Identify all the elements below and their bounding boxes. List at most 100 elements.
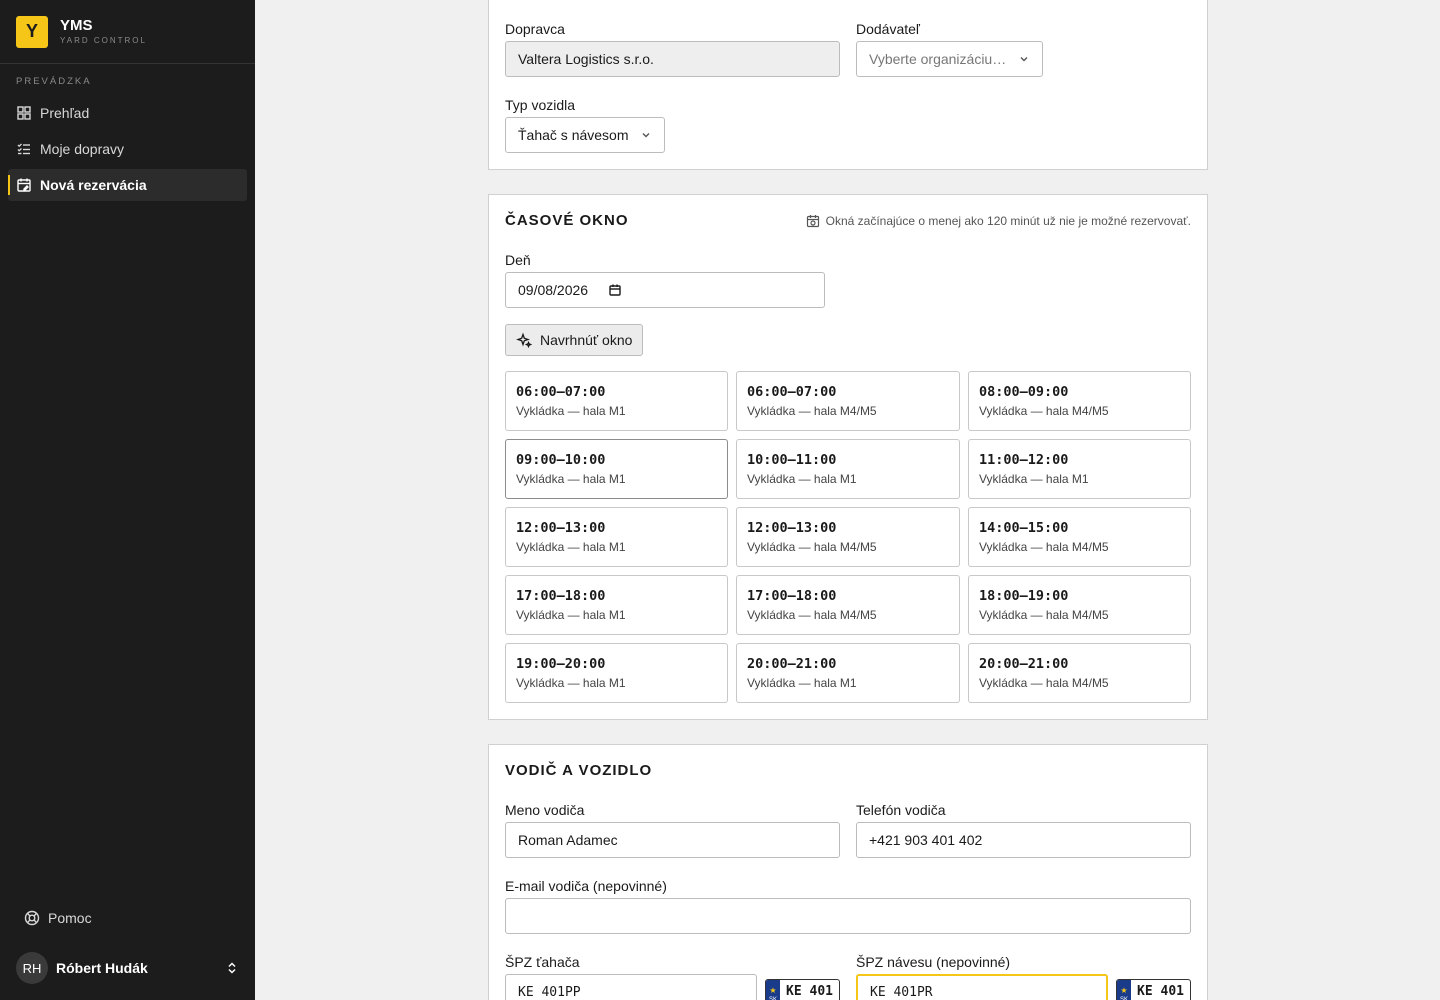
brand-subtitle: YARD CONTROL [60,36,147,45]
help-link[interactable]: Pomoc [24,910,92,926]
help-label: Pomoc [48,910,92,926]
slot-description: Vykládka — hala M4/M5 [979,676,1109,690]
sidebar: Y YMS YARD CONTROL PREVÁDZKA Prehľad Moj… [0,0,255,1000]
avatar: RH [16,952,48,984]
slot-description: Vykládka — hala M4/M5 [747,404,877,418]
sidebar-item-my-transports[interactable]: Moje dopravy [8,133,247,165]
time-slot[interactable]: 08:00–09:00 Vykládka — hala M4/M5 [968,371,1191,431]
eu-flag-icon: ★ SK [766,980,781,1000]
driver-name-input[interactable]: Roman Adamec [505,822,840,858]
time-window-card: Časové okno Okná začínajúce o menej ako … [488,194,1208,720]
slot-time: 06:00–07:00 [516,384,606,400]
supplier-select[interactable]: Vyberte organizáciu… [856,41,1043,77]
day-value: 09/08/2026 [518,282,589,298]
time-slot[interactable]: 12:00–13:00 Vykládka — hala M1 [505,507,728,567]
time-slot[interactable]: 06:00–07:00 Vykládka — hala M4/M5 [736,371,960,431]
brand[interactable]: Y YMS YARD CONTROL [0,0,255,64]
suggest-window-button[interactable]: Navrhnúť okno [505,324,644,356]
time-slot[interactable]: 11:00–12:00 Vykládka — hala M1 [968,439,1191,499]
tractor-plate-label: ŠPZ ťahača [505,954,580,970]
driver-email-label: E-mail vodiča (nepovinné) [505,878,667,894]
vehicle-type-label: Typ vozidla [505,97,576,113]
slot-description: Vykládka — hala M1 [747,676,857,690]
sidebar-item-overview[interactable]: Prehľad [8,97,247,129]
slot-description: Vykládka — hala M4/M5 [979,404,1109,418]
chevron-down-icon [1020,57,1028,62]
slot-description: Vykládka — hala M4/M5 [747,608,877,622]
driver-phone-label: Telefón vodiča [856,802,946,818]
vehicle-type-select[interactable]: Ťahač s návesom [505,117,665,153]
sidebar-item-label: Prehľad [40,105,90,121]
slot-time: 20:00–21:00 [979,656,1069,672]
brand-logo: Y [16,15,48,48]
user-menu[interactable]: RH Róbert Hudák [16,952,239,984]
slot-description: Vykládka — hala M1 [516,676,626,690]
day-input[interactable]: 09/08/2026 [505,272,825,308]
carrier-card: Dopravca Valtera Logistics s.r.o. Dodáva… [488,0,1208,170]
time-slot[interactable]: 20:00–21:00 Vykládka — hala M4/M5 [968,643,1191,703]
slot-time: 10:00–11:00 [747,452,837,468]
list-check-icon [17,143,30,155]
driver-vehicle-title: Vodič a vozidlo [505,762,653,779]
grid-icon [17,106,31,120]
driver-phone-input[interactable]: +421 903 401 402 [856,822,1191,858]
carrier-label: Dopravca [505,21,565,37]
slot-description: Vykládka — hala M4/M5 [747,540,877,554]
day-label: Deň [505,252,531,268]
user-name: Róbert Hudák [56,960,148,976]
driver-email-input[interactable] [505,898,1191,934]
slot-description: Vykládka — hala M4/M5 [979,540,1109,554]
sidebar-item-new-reservation[interactable]: Nová rezervácia [8,169,247,201]
trailer-plate-preview: ★ SK KE 401 [1116,979,1191,1000]
slot-time: 11:00–12:00 [979,452,1069,468]
slot-time: 19:00–20:00 [516,656,606,672]
time-window-title: Časové okno [505,212,629,229]
brand-name: YMS [60,17,93,34]
calendar-clock-icon [806,215,819,228]
lifebuoy-icon [24,910,40,926]
time-slot[interactable]: 17:00–18:00 Vykládka — hala M1 [505,575,728,635]
driver-name-label: Meno vodiča [505,802,585,818]
eu-flag-icon: ★ SK [1117,980,1132,1000]
slot-time: 12:00–13:00 [516,520,606,536]
time-slot[interactable]: 19:00–20:00 Vykládka — hala M1 [505,643,728,703]
trailer-plate-input[interactable]: KE 401PR [856,974,1108,1000]
time-slot[interactable]: 09:00–10:00 Vykládka — hala M1 [505,439,728,499]
calendar-icon[interactable] [608,283,622,297]
slot-time: 14:00–15:00 [979,520,1069,536]
slot-time: 17:00–18:00 [516,588,606,604]
time-slot-grid: 06:00–07:00 Vykládka — hala M1 06:00–07:0… [505,371,1191,703]
time-slot[interactable]: 14:00–15:00 Vykládka — hala M4/M5 [968,507,1191,567]
time-slot[interactable]: 17:00–18:00 Vykládka — hala M4/M5 [736,575,960,635]
slot-description: Vykládka — hala M1 [979,472,1089,486]
trailer-plate-preview-text: KE 401 [1137,984,1184,999]
time-slot[interactable]: 12:00–13:00 Vykládka — hala M4/M5 [736,507,960,567]
carrier-field: Valtera Logistics s.r.o. [505,41,840,77]
slot-description: Vykládka — hala M1 [516,472,626,486]
hint-text: Okná začínajúce o menej ako 120 minút už… [825,214,1191,228]
slot-time: 18:00–19:00 [979,588,1069,604]
slot-time: 08:00–09:00 [979,384,1069,400]
slot-description: Vykládka — hala M1 [747,472,857,486]
supplier-placeholder: Vyberte organizáciu… [869,51,1007,67]
slot-time: 20:00–21:00 [747,656,837,672]
supplier-label: Dodávateľ [856,21,921,37]
nav-section-label: PREVÁDZKA [16,76,92,87]
trailer-plate-label: ŠPZ návesu (nepovinné) [856,954,1011,970]
time-slot[interactable]: 06:00–07:00 Vykládka — hala M1 [505,371,728,431]
slot-time: 17:00–18:00 [747,588,837,604]
slot-time: 12:00–13:00 [747,520,837,536]
time-slot[interactable]: 20:00–21:00 Vykládka — hala M1 [736,643,960,703]
time-slot[interactable]: 18:00–19:00 Vykládka — hala M4/M5 [968,575,1191,635]
time-slot[interactable]: 10:00–11:00 Vykládka — hala M1 [736,439,960,499]
calendar-edit-icon [17,178,31,192]
chevron-up-down-icon [228,962,236,974]
slot-time: 09:00–10:00 [516,452,606,468]
slot-description: Vykládka — hala M1 [516,404,626,418]
slot-description: Vykládka — hala M4/M5 [979,608,1109,622]
tractor-plate-input[interactable]: KE 401PP [505,974,757,1000]
tractor-plate-preview-text: KE 401 [786,984,833,999]
suggest-window-label: Navrhnúť okno [540,332,633,348]
sparkles-icon [516,332,532,348]
driver-vehicle-card: Vodič a vozidlo Meno vodiča Roman Adamec… [488,744,1208,1000]
